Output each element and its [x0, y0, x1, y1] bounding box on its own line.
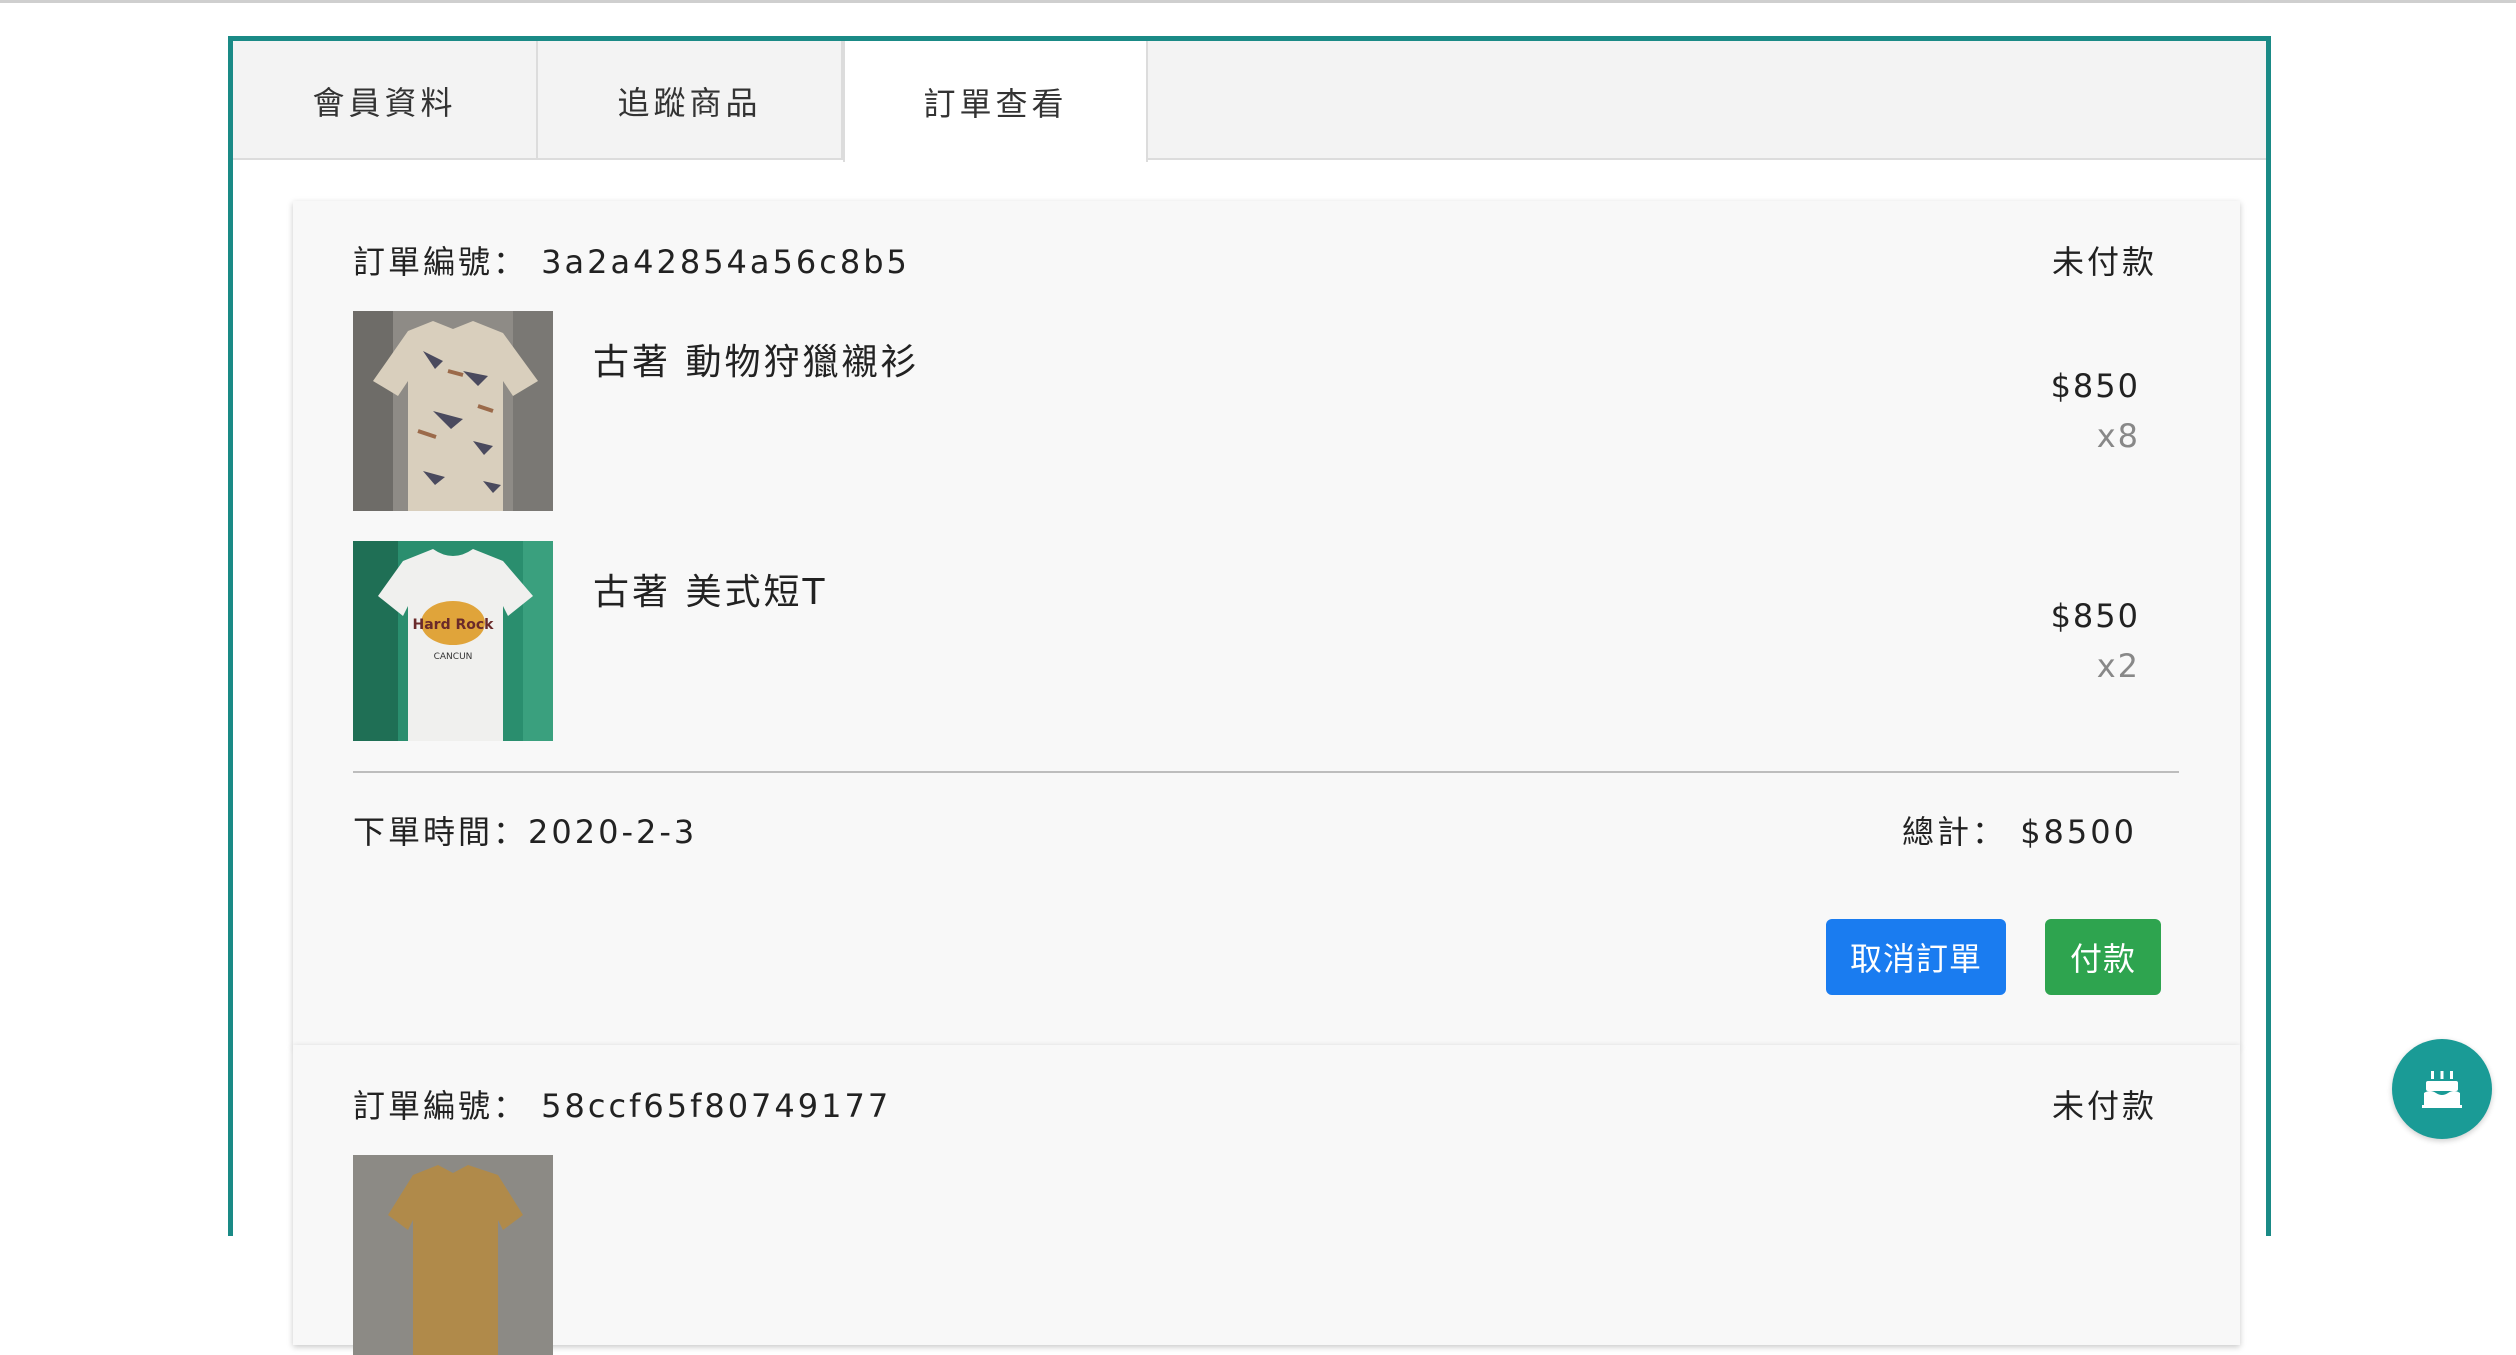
shirt-photo-icon	[353, 311, 553, 511]
order-card: 訂單編號： 3a2a42854a56c8b5 未付款 古著 動物狩獵襯衫 $85…	[293, 201, 2240, 1046]
tab-label: 追蹤商品	[617, 83, 762, 122]
order-status: 未付款	[2051, 243, 2157, 281]
tab-orders[interactable]: 訂單查看	[843, 41, 1148, 162]
tab-label: 會員資料	[312, 83, 457, 122]
product-thumbnail[interactable]	[353, 1155, 553, 1355]
product-name[interactable]: 古著 動物狩獵襯衫	[593, 333, 919, 385]
tab-tracked-items[interactable]: 追蹤商品	[538, 41, 843, 160]
svg-text:CANCUN: CANCUN	[434, 652, 473, 662]
order-id: 訂單編號： 3a2a42854a56c8b5	[353, 243, 910, 281]
pay-button[interactable]: 付款	[2045, 919, 2161, 995]
product-thumbnail[interactable]	[353, 311, 553, 511]
product-thumbnail[interactable]: Hard Rock CANCUN	[353, 541, 553, 741]
order-id: 訂單編號： 58ccf65f80749177	[353, 1087, 892, 1125]
order-item: Hard Rock CANCUN 古著 美式短T $850 x2	[353, 541, 2183, 741]
top-divider	[0, 0, 2516, 3]
order-status: 未付款	[2051, 1087, 2157, 1125]
order-total: 總計： $8500	[1902, 813, 2137, 851]
product-quantity: x8	[2096, 417, 2140, 455]
tshirt-photo-icon: Hard Rock CANCUN	[353, 541, 553, 741]
order-item: 古著 動物狩獵襯衫 $850 x8	[353, 311, 2183, 511]
order-divider	[353, 771, 2179, 773]
birthday-cake-button[interactable]	[2392, 1039, 2492, 1139]
shirt-photo-icon	[353, 1155, 553, 1355]
product-quantity: x2	[2096, 647, 2140, 685]
tab-member-info[interactable]: 會員資料	[233, 41, 538, 160]
order-item	[353, 1155, 2183, 1355]
product-price: $850	[2050, 597, 2140, 635]
cancel-order-button[interactable]: 取消訂單	[1826, 919, 2006, 995]
tab-label: 訂單查看	[923, 84, 1068, 123]
product-price: $850	[2050, 367, 2140, 405]
member-panel: 會員資料 追蹤商品 訂單查看 訂單編號： 3a2a42854a56c8b5 未付…	[228, 36, 2271, 1355]
svg-text:Hard Rock: Hard Rock	[413, 617, 495, 633]
order-time: 下單時間：2020-2-3	[353, 813, 698, 851]
birthday-cake-icon	[2422, 1071, 2462, 1108]
product-name[interactable]: 古著 美式短T	[593, 563, 827, 615]
tab-bar: 會員資料 追蹤商品 訂單查看	[233, 41, 2266, 162]
order-card: 訂單編號： 58ccf65f80749177 未付款	[293, 1045, 2240, 1355]
